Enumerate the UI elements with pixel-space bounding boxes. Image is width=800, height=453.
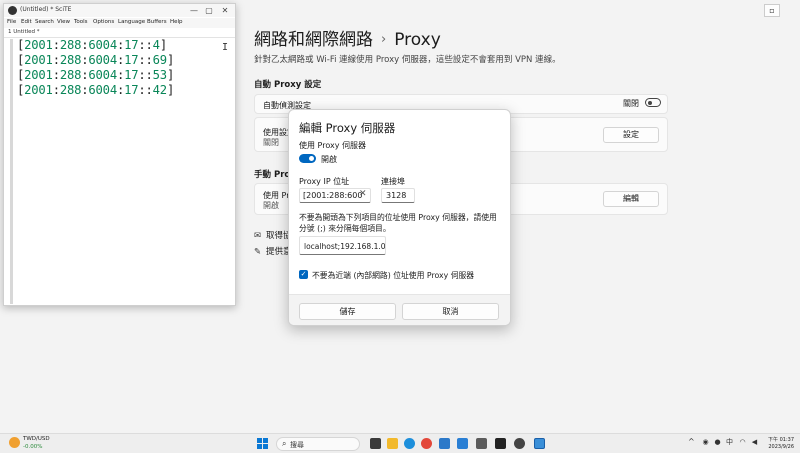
scite-icon[interactable] bbox=[514, 438, 525, 449]
menu-edit[interactable]: Edit bbox=[21, 19, 32, 25]
setup-script-button[interactable]: 設定 bbox=[603, 127, 659, 143]
mail-icon[interactable] bbox=[457, 438, 468, 449]
port-input[interactable]: 3128 bbox=[381, 188, 415, 203]
code-line[interactable]: [2001:288:6004:17::53] bbox=[17, 68, 174, 82]
task-view-icon[interactable] bbox=[370, 438, 381, 449]
use-proxy-toggle[interactable] bbox=[299, 154, 316, 163]
wifi-icon[interactable]: ◠ bbox=[738, 438, 747, 447]
taskbar-search[interactable]: ⌕ 搜尋 bbox=[276, 437, 360, 451]
search-placeholder: 搜尋 bbox=[290, 441, 304, 449]
proxy-ip-label: Proxy IP 位址 bbox=[299, 177, 350, 186]
menu-buffers[interactable]: Buffers bbox=[147, 19, 167, 25]
widget-subtitle: -0.00% bbox=[23, 444, 43, 450]
edit-proxy-dialog: 編輯 Proxy 伺服器 使用 Proxy 伺服器 開啟 Proxy IP 位址… bbox=[288, 109, 511, 326]
menu-file[interactable]: File bbox=[7, 19, 16, 25]
dialog-title: 編輯 Proxy 伺服器 bbox=[299, 121, 396, 135]
page-description: 針對乙太網路或 Wi-Fi 連線使用 Proxy 伺服器，這些設定不會套用到 V… bbox=[254, 55, 561, 65]
clock-time[interactable]: 下午 01:37 bbox=[768, 436, 794, 443]
tab-untitled[interactable]: 1 Untitled * bbox=[8, 29, 40, 35]
get-help-link[interactable]: ✉ 取得協 bbox=[254, 229, 292, 241]
app-icon bbox=[8, 6, 17, 15]
maximize-button[interactable]: ▢ bbox=[203, 5, 215, 16]
clock-date[interactable]: 2023/9/26 bbox=[764, 444, 794, 450]
cancel-button[interactable]: 取消 bbox=[402, 303, 499, 320]
search-icon: ⌕ bbox=[282, 439, 287, 448]
close-button[interactable]: ✕ bbox=[219, 5, 231, 16]
local-bypass-checkbox[interactable]: ✓ bbox=[299, 270, 308, 279]
menu-tools[interactable]: Tools bbox=[74, 19, 88, 25]
settings-app-icon[interactable] bbox=[534, 438, 545, 449]
manual-proxy-state: 開啟 bbox=[263, 201, 279, 210]
editor-margin bbox=[10, 39, 13, 304]
tab-bar: 1 Untitled * bbox=[4, 28, 235, 38]
port-label: 連接埠 bbox=[381, 177, 405, 186]
menu-search[interactable]: Search bbox=[35, 19, 54, 25]
menu-options[interactable]: Options bbox=[93, 19, 114, 25]
tray-chevron-icon[interactable]: ^ bbox=[688, 437, 695, 446]
store-icon[interactable] bbox=[439, 438, 450, 449]
volume-icon[interactable]: ◀ bbox=[750, 438, 759, 447]
breadcrumb-parent[interactable]: 網路和網際網路 bbox=[254, 30, 373, 50]
start-icon[interactable] bbox=[257, 438, 268, 449]
breadcrumb-separator: › bbox=[381, 32, 387, 47]
edit-proxy-button[interactable]: 編輯 bbox=[603, 191, 659, 207]
widget-title: TWD/USD bbox=[23, 436, 50, 442]
setup-script-state: 關閉 bbox=[263, 138, 279, 147]
local-bypass-label: 不要為近端 (內部網路) 位址使用 Proxy 伺服器 bbox=[312, 271, 475, 280]
settings-minimize-button[interactable]: ▫ bbox=[764, 4, 780, 17]
save-button[interactable]: 儲存 bbox=[299, 303, 396, 320]
network-icon[interactable]: ◉ bbox=[701, 438, 710, 447]
menu-bar: File Edit Search View Tools Options Lang… bbox=[4, 18, 235, 28]
terminal-icon[interactable] bbox=[495, 438, 506, 449]
file-explorer-icon[interactable] bbox=[387, 438, 398, 449]
menu-view[interactable]: View bbox=[57, 19, 70, 25]
menu-language[interactable]: Language bbox=[118, 19, 145, 25]
dialog-footer: 儲存 取消 bbox=[289, 294, 510, 325]
auto-detect-state: 關閉 bbox=[623, 99, 639, 108]
text-cursor-icon: I bbox=[222, 42, 229, 53]
exceptions-input[interactable]: localhost;192.168.1.0/24 bbox=[299, 236, 386, 255]
use-proxy-state: 開啟 bbox=[321, 155, 337, 164]
breadcrumb-current: Proxy bbox=[394, 30, 441, 50]
use-proxy-label: 使用 Proxy 伺服器 bbox=[299, 141, 366, 150]
microphone-icon[interactable]: ● bbox=[713, 438, 722, 447]
page-title: 網路和網際網路 › Proxy bbox=[254, 25, 441, 50]
give-feedback-link[interactable]: ✎ 提供意 bbox=[254, 245, 292, 257]
chrome-icon[interactable] bbox=[421, 438, 432, 449]
feedback-icon: ✎ bbox=[254, 247, 262, 257]
ime-icon[interactable]: 中 bbox=[725, 438, 734, 447]
minimize-button[interactable]: — bbox=[188, 5, 200, 16]
menu-help[interactable]: Help bbox=[170, 19, 183, 25]
edge-icon[interactable] bbox=[404, 438, 415, 449]
exceptions-description: 不要為開頭為下列項目的位址使用 Proxy 伺服器，請使用分號 (;) 來分隔每… bbox=[299, 213, 497, 233]
text-editor-window: (Untitled) * SciTE — ▢ ✕ File Edit Searc… bbox=[3, 3, 236, 306]
auto-detect-toggle[interactable] bbox=[645, 98, 661, 107]
code-line[interactable]: [2001:288:6004:17::42] bbox=[17, 83, 174, 97]
code-line[interactable]: [2001:288:6004:17::4] bbox=[17, 38, 167, 52]
help-icon: ✉ bbox=[254, 231, 262, 241]
app-icon-gray[interactable] bbox=[476, 438, 487, 449]
widgets-icon[interactable] bbox=[9, 437, 20, 448]
auto-proxy-heading: 自動 Proxy 設定 bbox=[254, 80, 322, 90]
taskbar: TWD/USD -0.00% ⌕ 搜尋 ^ ◉ ● 中 ◠ ◀ 下午 01:37… bbox=[0, 433, 800, 453]
editor-title: (Untitled) * SciTE bbox=[20, 6, 72, 13]
code-line[interactable]: [2001:288:6004:17::69] bbox=[17, 53, 174, 67]
editor-titlebar[interactable]: (Untitled) * SciTE — ▢ ✕ bbox=[4, 4, 235, 17]
clear-icon[interactable]: ✕ bbox=[359, 189, 367, 199]
